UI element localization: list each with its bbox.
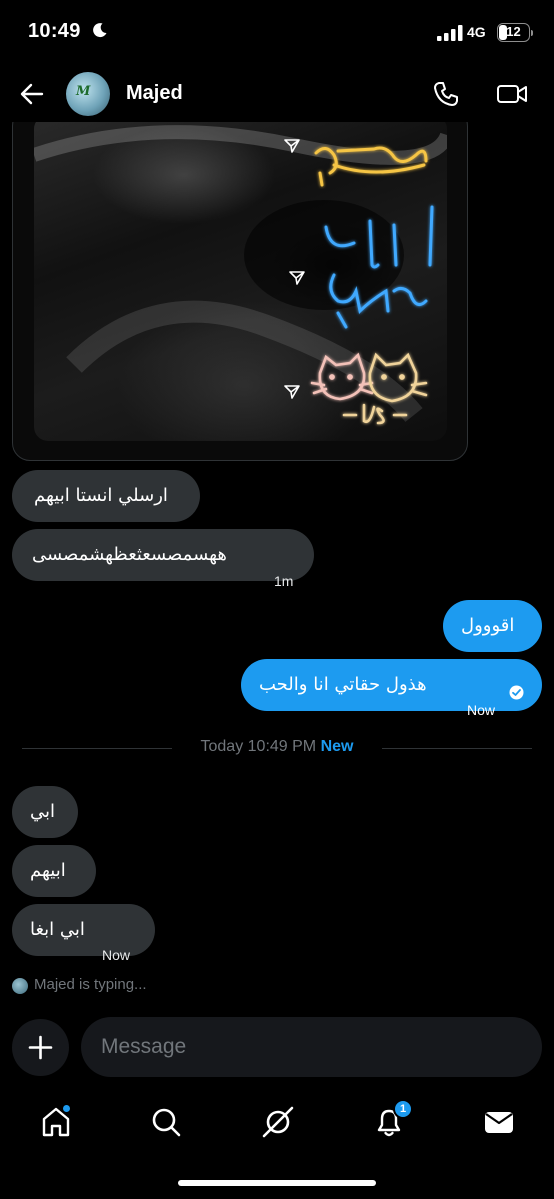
read-check-icon [509, 685, 524, 700]
back-arrow-icon[interactable] [18, 80, 46, 108]
message-text: ارسلي انستا ابيهم [34, 485, 168, 506]
nav-search[interactable] [148, 1104, 184, 1140]
battery-icon: 12 [497, 23, 533, 42]
nav-home[interactable] [38, 1104, 74, 1140]
nav-notifications[interactable]: 1 [371, 1099, 413, 1140]
mail-icon [485, 1112, 513, 1133]
signal-icon [437, 25, 463, 41]
conversation-header: M Majed [0, 66, 554, 122]
message-text: اقووول [461, 615, 515, 636]
message-composer[interactable] [81, 1017, 542, 1077]
notification-badge: 1 [393, 1099, 413, 1119]
battery-level: 12 [506, 24, 521, 39]
media-attachment[interactable] [12, 108, 468, 461]
contact-name[interactable]: Majed [126, 82, 183, 105]
message-text: ههسمصسعثعظهشمصسى [32, 544, 227, 565]
video-icon[interactable] [496, 80, 528, 108]
home-notification-dot [62, 1104, 71, 1113]
plus-icon [28, 1035, 53, 1060]
new-messages-divider: Today 10:49 PM New [0, 738, 554, 756]
new-label: New [320, 738, 354, 755]
add-media-button[interactable] [12, 1019, 69, 1076]
message-timestamp: Now [467, 702, 496, 718]
attachment-image[interactable] [34, 115, 447, 441]
share-icon[interactable] [288, 269, 306, 287]
message-bubble-received[interactable]: ابي [12, 786, 78, 838]
message-bubble-received[interactable]: ههسمصسعثعظهشمصسى 1m [12, 529, 314, 589]
typing-avatar [12, 978, 28, 994]
message-timestamp: 1m [274, 573, 294, 589]
home-indicator [178, 1180, 376, 1186]
share-icon[interactable] [283, 383, 301, 401]
phone-icon[interactable] [432, 80, 460, 108]
message-text: ابي ابغا [30, 919, 85, 940]
nav-grok[interactable] [260, 1104, 296, 1140]
divider-date: Today 10:49 PM [200, 738, 317, 755]
status-bar: 10:49 4G 12 [0, 0, 554, 66]
status-time: 10:49 [28, 20, 81, 42]
grok-icon [262, 1106, 294, 1138]
search-icon [152, 1108, 181, 1137]
message-bubble-sent[interactable]: هذول حقاتي انا والحب Now [241, 659, 542, 718]
message-timestamp: Now [102, 947, 131, 963]
message-bubble-received[interactable]: ابي ابغا Now [12, 904, 155, 963]
moon-icon [93, 23, 107, 38]
photo-drawing [34, 125, 447, 425]
share-icon[interactable] [283, 137, 301, 155]
message-text: ابيهم [30, 860, 66, 881]
message-bubble-sent[interactable]: اقووول [443, 600, 542, 652]
message-text: ابي [30, 801, 56, 822]
bottom-nav: 1 [0, 1090, 554, 1160]
nav-messages[interactable] [481, 1104, 517, 1140]
avatar-text: M [76, 84, 91, 99]
message-input[interactable] [101, 1017, 521, 1077]
avatar[interactable]: M [66, 72, 110, 116]
network-type: 4G [467, 24, 486, 40]
message-bubble-received[interactable]: ارسلي انستا ابيهم [12, 470, 200, 522]
message-text: هذول حقاتي انا والحب [259, 674, 427, 695]
typing-indicator: Majed is typing... [34, 976, 147, 993]
message-bubble-received[interactable]: ابيهم [12, 845, 96, 897]
